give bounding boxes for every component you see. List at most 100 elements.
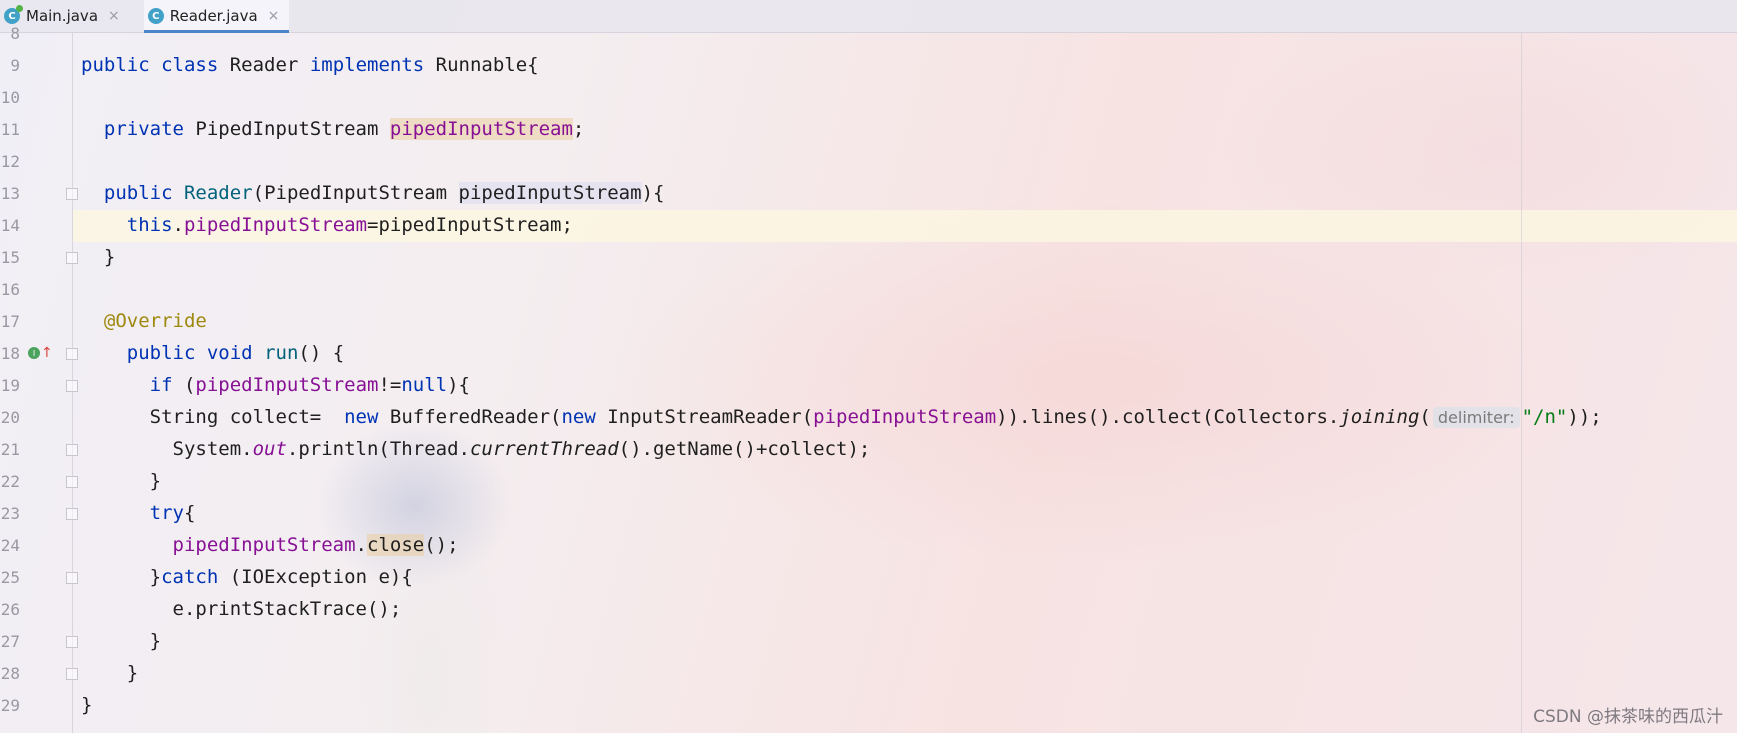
code-line-11: private PipedInputStream pipedInputStrea… (81, 113, 1737, 145)
code-text: . (355, 534, 367, 556)
line-number: 10 (0, 88, 20, 107)
code-line-24: pipedInputStream.close(); (81, 529, 1737, 561)
fold-marker[interactable] (66, 444, 78, 456)
code-text: System. (172, 438, 253, 460)
code-text: ){ (447, 374, 470, 396)
code-text: =pipedInputStream; (367, 214, 573, 236)
keyword: catch (161, 566, 219, 588)
code-text: ; (572, 118, 585, 140)
keyword: new (561, 406, 596, 428)
fold-marker[interactable] (66, 348, 78, 360)
line-number: 13 (0, 184, 20, 203)
code-text: } (149, 566, 162, 588)
fold-marker[interactable] (66, 572, 78, 584)
line-number: 28 (0, 664, 20, 683)
line-number: 9 (10, 56, 20, 75)
line-number: 14 (0, 216, 20, 235)
keyword: public (81, 54, 150, 76)
close-icon[interactable]: × (108, 8, 120, 24)
implements-method-icon[interactable]: I ↑ (28, 345, 53, 361)
code-text: != (378, 374, 402, 396)
arrow-up-icon: ↑ (41, 345, 53, 361)
code-line-23: try{ (81, 497, 1737, 529)
line-number: 20 (0, 408, 20, 427)
tab-label: Main.java (26, 7, 99, 25)
code-editor[interactable]: public class Reader implements Runnable{… (81, 33, 1737, 733)
code-line-29: } (81, 689, 1737, 721)
line-number: 24 (0, 536, 20, 555)
code-text: BufferedReader( (378, 406, 562, 428)
static-method: joining (1339, 406, 1420, 428)
code-text: .println(Thread. (286, 438, 470, 460)
code-text: )).lines().collect(Collectors. (996, 406, 1340, 428)
keyword: class (161, 54, 219, 76)
code-line-20: String collect= new BufferedReader(new I… (81, 401, 1737, 433)
close-icon[interactable]: × (268, 8, 280, 24)
code-text: ){ (641, 182, 665, 204)
code-text: } (81, 694, 93, 716)
line-number: 22 (0, 472, 20, 491)
line-number: 11 (0, 120, 20, 139)
fold-marker[interactable] (66, 380, 78, 392)
code-text: Runnable{ (424, 54, 539, 76)
fold-marker[interactable] (66, 508, 78, 520)
fold-marker[interactable] (66, 188, 78, 200)
method-name: run (264, 342, 299, 364)
keyword: try (149, 502, 184, 524)
code-text: (IOException e){ (218, 566, 413, 588)
field-reference: pipedInputStream (389, 118, 573, 140)
code-text: (PipedInputStream (252, 182, 459, 204)
fold-marker[interactable] (66, 476, 78, 488)
code-text: } (126, 662, 139, 684)
tab-label: Reader.java (169, 7, 258, 25)
code-line-14: this.pipedInputStream=pipedInputStream; (81, 209, 1737, 241)
csdn-watermark: CSDN @抹茶味的西瓜汁 (1533, 707, 1723, 727)
line-number: 25 (0, 568, 20, 587)
code-text: } (103, 246, 116, 268)
string-literal: "/n" (1521, 406, 1568, 428)
keyword: if (149, 374, 173, 396)
static-field: out (252, 438, 287, 460)
line-number-gutter[interactable]: 8 9 10 11 12 13 14 15 16 17 18 19 20 21 … (0, 24, 78, 733)
code-line-19: if (pipedInputStream!=null){ (81, 369, 1737, 401)
editor-tab-bar: C Main.java × C Reader.java × (0, 0, 1737, 33)
keyword: public (103, 182, 173, 204)
java-class-icon: C (147, 8, 164, 24)
tab-reader-java[interactable]: C Reader.java × (143, 0, 290, 33)
line-number: 23 (0, 504, 20, 523)
line-number: 21 (0, 440, 20, 459)
code-text: )); (1567, 406, 1602, 428)
fold-marker[interactable] (66, 668, 78, 680)
interface-marker: I (28, 347, 40, 359)
method-call: close (367, 534, 425, 556)
line-number: 26 (0, 600, 20, 619)
code-line-18: public void run() { (81, 337, 1737, 369)
line-number: 12 (0, 152, 20, 171)
code-text: () { (298, 342, 345, 364)
code-text: String collect= (149, 406, 345, 428)
fold-marker[interactable] (66, 252, 78, 264)
fold-marker[interactable] (66, 636, 78, 648)
code-line-22: } (81, 465, 1737, 497)
code-text: } (149, 630, 162, 652)
annotation: @Override (103, 310, 207, 332)
field-reference: pipedInputStream (183, 214, 368, 236)
code-text: (); (424, 534, 459, 556)
code-text: ().getName()+collect); (618, 438, 871, 460)
keyword: private (103, 118, 184, 140)
keyword: void (206, 342, 253, 364)
code-line-9: public class Reader implements Runnable{ (81, 49, 1737, 81)
keyword: null (401, 374, 448, 396)
code-text: ( (1419, 406, 1431, 428)
code-line-27: } (81, 625, 1737, 657)
parameter-hint: delimiter: (1432, 407, 1520, 428)
code-line-21: System.out.println(Thread.currentThread(… (81, 433, 1737, 465)
field-reference: pipedInputStream (195, 374, 379, 396)
field-reference: pipedInputStream (813, 406, 997, 428)
code-line-26: e.printStackTrace(); (81, 593, 1737, 625)
line-number: 27 (0, 632, 20, 651)
code-text: InputStreamReader( (595, 406, 814, 428)
code-line-13: public Reader(PipedInputStream pipedInpu… (81, 177, 1737, 209)
code-line-17: @Override (81, 305, 1737, 337)
keyword: new (344, 406, 379, 428)
